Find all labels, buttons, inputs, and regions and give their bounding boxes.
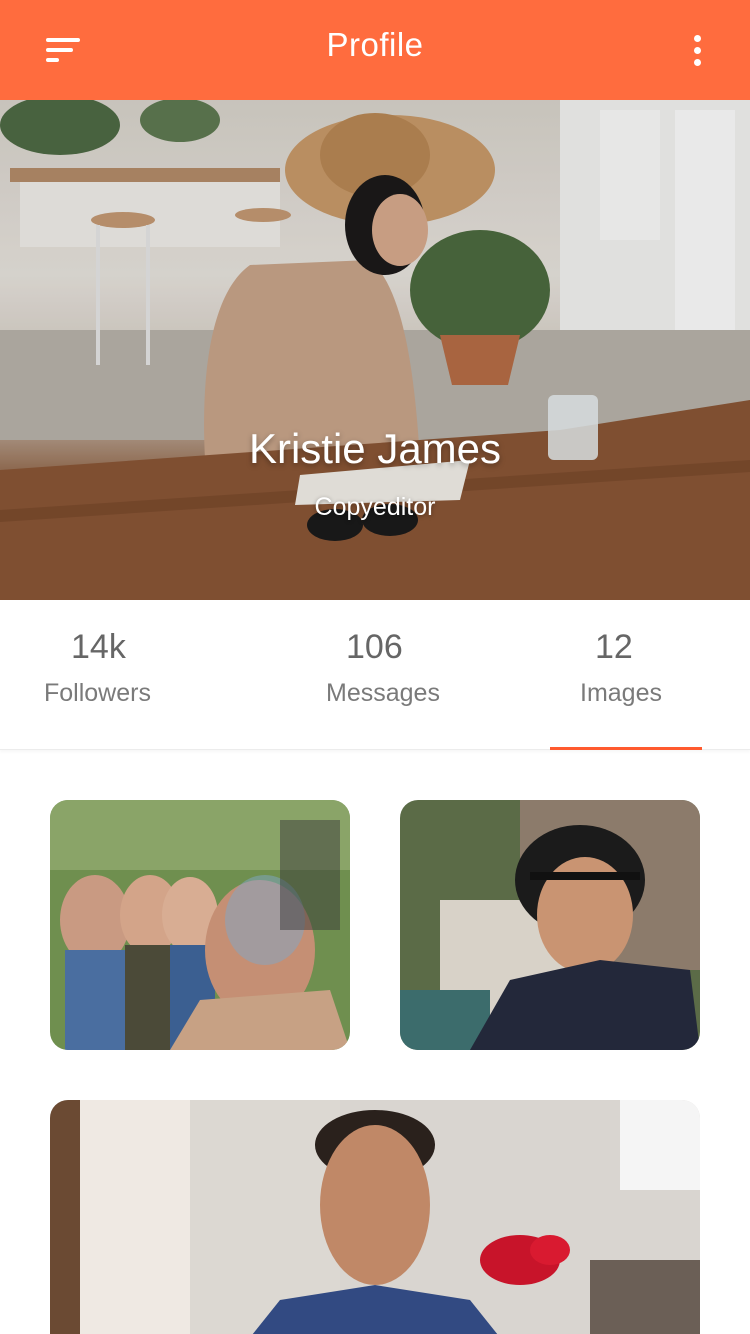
profile-stats-tabs: 14k Followers 106 Messages 12 Images bbox=[0, 600, 750, 750]
man-portrait-photo bbox=[50, 1100, 700, 1334]
page-title: Profile bbox=[326, 26, 424, 63]
more-vertical-icon-dot bbox=[693, 58, 701, 66]
more-vertical-icon-dot bbox=[693, 46, 701, 54]
gallery-image[interactable] bbox=[50, 800, 350, 1050]
messages-count: 106 bbox=[346, 628, 403, 666]
profile-cover-photo: Kristie James Copyeditor bbox=[0, 100, 750, 600]
followers-label: Followers bbox=[44, 679, 151, 707]
gallery-image[interactable] bbox=[400, 800, 700, 1050]
group-selfie-photo bbox=[50, 800, 350, 1050]
app-bar: Profile bbox=[0, 0, 750, 100]
messages-label: Messages bbox=[326, 679, 440, 707]
tab-messages[interactable]: 106 Messages bbox=[326, 628, 440, 708]
profile-name: Kristie James bbox=[248, 425, 502, 472]
images-count: 12 bbox=[595, 628, 633, 666]
man-glasses-photo bbox=[400, 800, 700, 1050]
tab-followers[interactable]: 14k Followers bbox=[44, 628, 151, 708]
profile-role: Copyeditor bbox=[314, 493, 436, 521]
followers-count: 14k bbox=[71, 628, 126, 666]
more-vertical-icon bbox=[693, 34, 701, 42]
cover-photo-illustration bbox=[0, 100, 750, 600]
gallery-image[interactable] bbox=[50, 1100, 700, 1334]
more-options-button[interactable] bbox=[680, 30, 714, 70]
active-tab-indicator bbox=[550, 747, 702, 750]
images-label: Images bbox=[580, 679, 662, 707]
tab-images[interactable]: 12 Images bbox=[580, 628, 662, 708]
